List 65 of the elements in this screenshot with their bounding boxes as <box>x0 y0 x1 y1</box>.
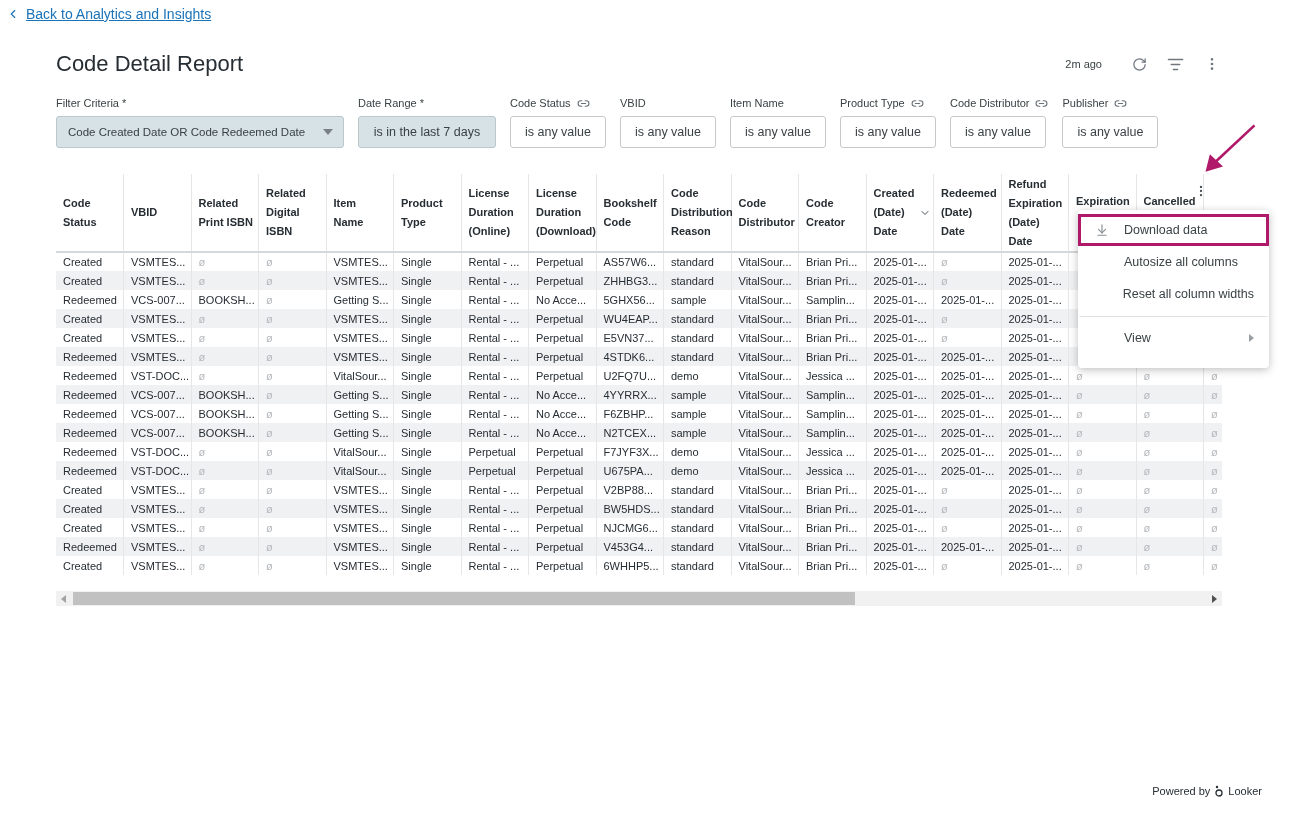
table-cell: VitalSour... <box>731 556 799 575</box>
table-cell: Single <box>393 556 461 575</box>
updated-time: 2m ago <box>1065 58 1102 70</box>
table-cell: 2025-01-... <box>866 556 934 575</box>
filter-label: Publisher <box>1062 97 1109 109</box>
filter-label: Item Name <box>730 97 784 109</box>
table-cell: Redeemed <box>56 461 124 480</box>
table-cell: Created <box>56 499 124 518</box>
back-link[interactable]: Back to Analytics and Insights <box>6 6 212 22</box>
brand-name: Looker <box>1228 785 1262 797</box>
table-cell: Created <box>56 252 124 271</box>
menu-item[interactable]: Autosize all columns <box>1078 246 1269 278</box>
scroll-left-icon[interactable] <box>61 594 66 603</box>
table-cell: 2025-01-... <box>1001 556 1069 575</box>
filter-label: VBID <box>620 97 646 109</box>
table-cell: ø <box>258 556 326 575</box>
table-cell: Redeemed <box>56 404 124 423</box>
filter-field[interactable]: is any value <box>1062 116 1159 148</box>
filter-field[interactable]: is in the last 7 days <box>358 116 496 148</box>
table-cell: Created <box>56 518 124 537</box>
scrollbar-thumb[interactable] <box>73 592 855 605</box>
filter-dropdown[interactable]: Code Created Date OR Code Redeemed Date <box>56 116 344 148</box>
powered-by-text: Powered by <box>1152 785 1211 797</box>
filter-field[interactable]: is any value <box>950 116 1046 148</box>
table-cell: Redeemed <box>56 537 124 556</box>
table-cell: Redeemed <box>56 290 124 309</box>
table-cell: ø <box>191 556 259 575</box>
refresh-icon <box>1132 56 1147 72</box>
filter-label: Product Type <box>840 97 905 109</box>
scroll-right-icon[interactable] <box>1212 594 1217 603</box>
table-cell: ø <box>1068 556 1136 575</box>
table-cell: Rental - ... <box>461 556 529 575</box>
download-icon <box>1095 223 1109 237</box>
submenu-caret-icon <box>1249 334 1254 342</box>
table-cell: Perpetual <box>528 556 596 575</box>
horizontal-scrollbar[interactable] <box>56 591 1222 606</box>
filter-label: Code Status <box>510 97 571 109</box>
filter-field[interactable]: is any value <box>730 116 826 148</box>
table-cell: ø <box>1136 556 1204 575</box>
report-title: Code Detail Report <box>56 51 245 77</box>
table-cell: Redeemed <box>56 423 124 442</box>
menu-item[interactable]: View <box>1078 316 1269 362</box>
filter-label: Filter Criteria * <box>56 97 127 109</box>
table-cell: Brian Pri... <box>798 556 866 575</box>
filter-field[interactable]: is any value <box>620 116 716 148</box>
table-cell: Created <box>56 328 124 347</box>
table-cell: VSMTES... <box>326 556 394 575</box>
table-cell: standard <box>663 556 731 575</box>
filter-field[interactable]: is any value <box>840 116 936 148</box>
table-cell: 6WHHP5... <box>596 556 664 575</box>
table-cell: VSMTES... <box>123 556 191 575</box>
table-cell: Created <box>56 480 124 499</box>
filter-field[interactable]: is any value <box>510 116 606 148</box>
table-cell: ø <box>1203 556 1222 575</box>
looker-logo-icon <box>1214 785 1225 797</box>
filter-label: Code Distributor <box>950 97 1030 109</box>
table-cell: ø <box>933 556 1001 575</box>
table-cell: Redeemed <box>56 366 124 385</box>
table-cell: Redeemed <box>56 442 124 461</box>
filter-label: Date Range * <box>358 97 425 109</box>
table-cell: Redeemed <box>56 385 124 404</box>
menu-item[interactable]: Download data <box>1078 214 1269 246</box>
dropdown-caret-icon <box>323 129 333 135</box>
menu-item[interactable]: Reset all column widths <box>1078 278 1269 310</box>
table-cell: Created <box>56 556 124 575</box>
